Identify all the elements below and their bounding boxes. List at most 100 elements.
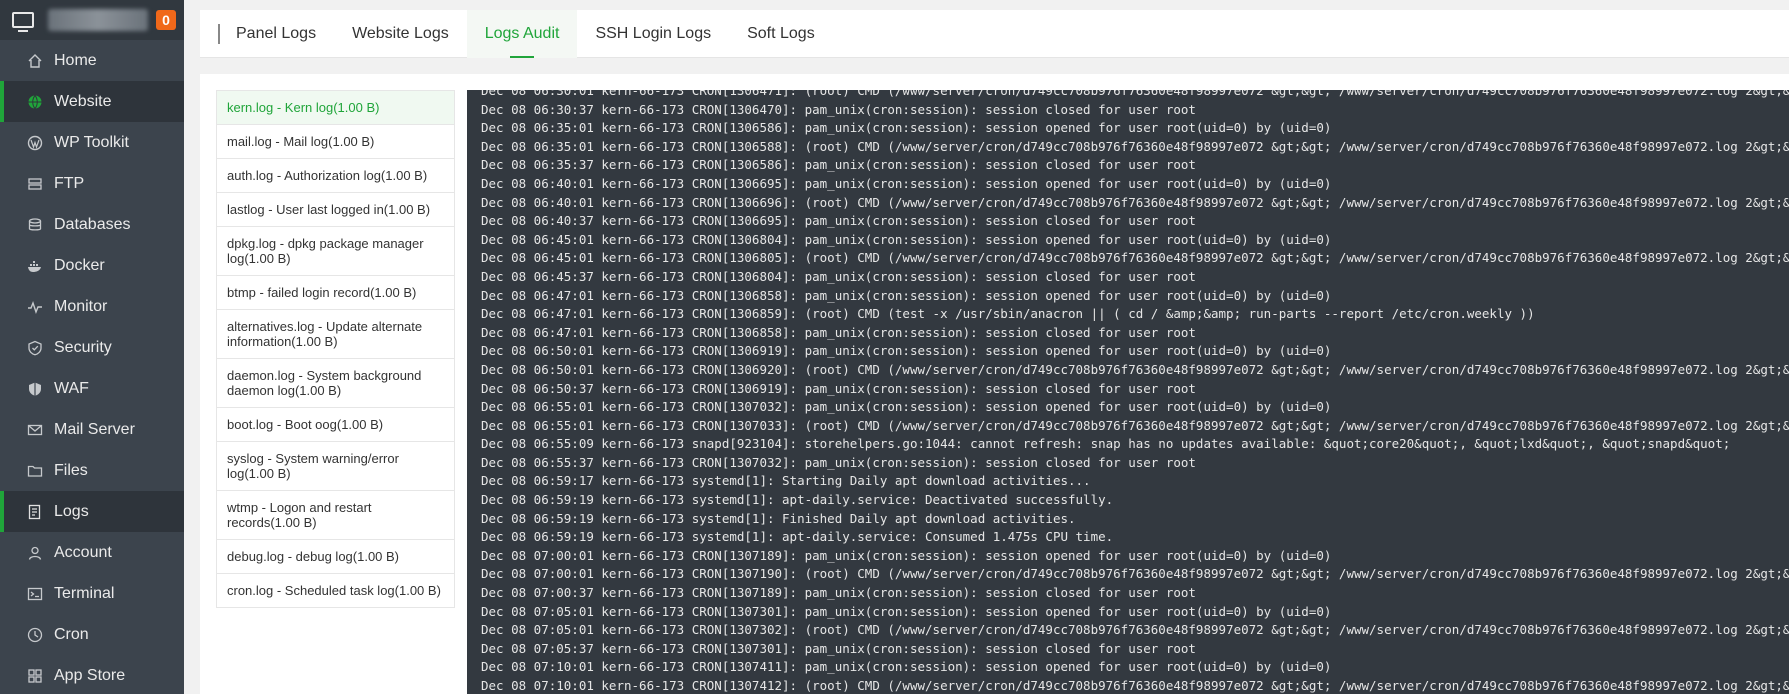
sidebar-menu: Home Website WP Toolkit FTP Databases Docker M… bbox=[0, 40, 184, 694]
server-monitor-icon bbox=[12, 12, 34, 32]
sidebar-item-label: WAF bbox=[54, 379, 89, 397]
log-line: Dec 08 06:45:01 kern-66-173 CRON[1306805… bbox=[481, 250, 1789, 266]
sidebar-item-monitor[interactable]: Monitor bbox=[0, 286, 184, 327]
log-line: Dec 08 06:30:37 kern-66-173 CRON[1306470… bbox=[481, 101, 1196, 117]
log-line: Dec 08 07:10:01 kern-66-173 CRON[1307411… bbox=[481, 659, 1332, 675]
log-line: Dec 08 06:40:01 kern-66-173 CRON[1306696… bbox=[481, 194, 1789, 210]
log-line: Dec 08 07:00:37 kern-66-173 CRON[1307189… bbox=[481, 585, 1196, 601]
home-icon bbox=[26, 52, 44, 70]
log-line: Dec 08 06:35:01 kern-66-173 CRON[1306586… bbox=[481, 120, 1332, 136]
sidebar-item-ftp[interactable]: FTP bbox=[0, 163, 184, 204]
logs-icon bbox=[26, 503, 44, 521]
account-icon bbox=[26, 544, 44, 562]
log-file-list: kern.log - Kern log(1.00 B) mail.log - Ma… bbox=[216, 90, 455, 608]
log-file-item[interactable]: dpkg.log - dpkg package manager log(1.00… bbox=[217, 227, 454, 276]
sidebar-item-label: Logs bbox=[54, 502, 89, 520]
log-line: Dec 08 06:55:01 kern-66-173 CRON[1307032… bbox=[481, 399, 1332, 415]
log-file-item[interactable]: boot.log - Boot oog(1.00 B) bbox=[217, 408, 454, 442]
sidebar-item-security[interactable]: Security bbox=[0, 327, 184, 368]
log-file-item[interactable]: alternatives.log - Update alternate info… bbox=[217, 310, 454, 359]
sidebar-item-mail-server[interactable]: Mail Server bbox=[0, 409, 184, 450]
log-viewer[interactable]: Dec 08 06:30:01 kern-66-173 CRON[1306471… bbox=[467, 90, 1789, 694]
log-line: Dec 08 07:05:37 kern-66-173 CRON[1307301… bbox=[481, 640, 1196, 656]
logs-audit-panel: kern.log - Kern log(1.00 B) mail.log - Ma… bbox=[200, 74, 1789, 694]
log-file-item[interactable]: lastlog - User last logged in(1.00 B) bbox=[217, 193, 454, 227]
log-line: Dec 08 07:05:01 kern-66-173 CRON[1307301… bbox=[481, 603, 1332, 619]
log-line: Dec 08 06:47:01 kern-66-173 CRON[1306858… bbox=[481, 287, 1332, 303]
ftp-icon bbox=[26, 175, 44, 193]
sidebar-item-account[interactable]: Account bbox=[0, 532, 184, 573]
sidebar-item-label: App Store bbox=[54, 666, 126, 684]
log-line: Dec 08 06:50:01 kern-66-173 CRON[1306919… bbox=[481, 343, 1332, 359]
server-ip-blurred bbox=[48, 9, 148, 31]
appstore-icon bbox=[26, 667, 44, 685]
log-line: Dec 08 06:59:17 kern-66-173 systemd[1]: … bbox=[481, 473, 1091, 489]
log-line: Dec 08 06:40:01 kern-66-173 CRON[1306695… bbox=[481, 175, 1332, 191]
sidebar-item-files[interactable]: Files bbox=[0, 450, 184, 491]
log-line: Dec 08 06:35:37 kern-66-173 CRON[1306586… bbox=[481, 157, 1196, 173]
notification-badge[interactable]: 0 bbox=[156, 10, 176, 30]
sidebar-item-label: Monitor bbox=[54, 297, 108, 315]
log-line: Dec 08 07:00:01 kern-66-173 CRON[1307189… bbox=[481, 547, 1332, 563]
sidebar-item-label: Databases bbox=[54, 215, 131, 233]
clock-icon bbox=[26, 626, 44, 644]
log-file-item[interactable]: daemon.log - System background daemon lo… bbox=[217, 359, 454, 408]
tab-website-logs[interactable]: Website Logs bbox=[334, 10, 467, 58]
sidebar-item-cron[interactable]: Cron bbox=[0, 614, 184, 655]
tab-ssh-login-logs[interactable]: SSH Login Logs bbox=[577, 10, 729, 58]
sidebar-item-label: Terminal bbox=[54, 584, 115, 602]
tab-logs-audit[interactable]: Logs Audit bbox=[466, 10, 578, 58]
sidebar-item-label: Docker bbox=[54, 256, 105, 274]
sidebar-item-waf[interactable]: WAF bbox=[0, 368, 184, 409]
log-line: Dec 08 06:50:01 kern-66-173 CRON[1306920… bbox=[481, 361, 1789, 377]
tab-soft-logs[interactable]: Soft Logs bbox=[729, 10, 833, 58]
log-line: Dec 08 06:55:09 kern-66-173 snapd[923104… bbox=[481, 436, 1731, 452]
sidebar-item-label: FTP bbox=[54, 174, 85, 192]
sidebar-item-label: Mail Server bbox=[54, 420, 135, 438]
log-file-item[interactable]: mail.log - Mail log(1.00 B) bbox=[217, 125, 454, 159]
sidebar-item-terminal[interactable]: Terminal bbox=[0, 573, 184, 614]
log-line: Dec 08 06:59:19 kern-66-173 systemd[1]: … bbox=[481, 510, 1076, 526]
log-line: Dec 08 06:45:01 kern-66-173 CRON[1306804… bbox=[481, 231, 1332, 247]
mail-icon bbox=[26, 421, 44, 439]
folder-icon bbox=[26, 462, 44, 480]
log-line: Dec 08 06:47:01 kern-66-173 CRON[1306858… bbox=[481, 324, 1196, 340]
log-line: Dec 08 06:50:37 kern-66-173 CRON[1306919… bbox=[481, 380, 1196, 396]
log-line: Dec 08 07:05:01 kern-66-173 CRON[1307302… bbox=[481, 622, 1789, 638]
tab-panel-logs[interactable]: Panel Logs bbox=[218, 24, 334, 44]
log-file-item[interactable]: btmp - failed login record(1.00 B) bbox=[217, 276, 454, 310]
sidebar-item-wp-toolkit[interactable]: WP Toolkit bbox=[0, 122, 184, 163]
log-line: Dec 08 06:59:19 kern-66-173 systemd[1]: … bbox=[481, 492, 1114, 508]
database-icon bbox=[26, 216, 44, 234]
sidebar-item-website[interactable]: Website bbox=[0, 81, 184, 122]
sidebar-item-databases[interactable]: Databases bbox=[0, 204, 184, 245]
log-file-item[interactable]: debug.log - debug log(1.00 B) bbox=[217, 540, 454, 574]
log-file-item[interactable]: syslog - System warning/error log(1.00 B… bbox=[217, 442, 454, 491]
log-line: Dec 08 06:47:01 kern-66-173 CRON[1306859… bbox=[481, 306, 1535, 322]
sidebar-item-docker[interactable]: Docker bbox=[0, 245, 184, 286]
log-file-item[interactable]: cron.log - Scheduled task log(1.00 B) bbox=[217, 574, 454, 607]
log-line: Dec 08 06:55:37 kern-66-173 CRON[1307032… bbox=[481, 454, 1196, 470]
sidebar-item-label: Home bbox=[54, 51, 97, 69]
log-line: Dec 08 07:00:01 kern-66-173 CRON[1307190… bbox=[481, 566, 1789, 582]
sidebar: 0 Home Website WP Toolkit FTP Databases Docke… bbox=[0, 0, 184, 694]
log-file-item[interactable]: auth.log - Authorization log(1.00 B) bbox=[217, 159, 454, 193]
log-tabs: Panel Logs Website Logs Logs Audit SSH Logi… bbox=[200, 10, 1789, 58]
sidebar-header: 0 bbox=[0, 0, 184, 40]
log-file-item[interactable]: kern.log - Kern log(1.00 B) bbox=[217, 91, 454, 125]
waf-shield-icon bbox=[26, 380, 44, 398]
sidebar-item-home[interactable]: Home bbox=[0, 40, 184, 81]
sidebar-item-logs[interactable]: Logs bbox=[0, 491, 184, 532]
sidebar-item-label: Security bbox=[54, 338, 112, 356]
log-file-item[interactable]: wtmp - Logon and restart records(1.00 B) bbox=[217, 491, 454, 540]
wordpress-icon bbox=[26, 134, 44, 152]
log-line: Dec 08 06:40:37 kern-66-173 CRON[1306695… bbox=[481, 213, 1196, 229]
log-line: Dec 08 06:59:19 kern-66-173 systemd[1]: … bbox=[481, 529, 1114, 545]
globe-icon bbox=[26, 93, 44, 111]
monitor-icon bbox=[26, 298, 44, 316]
sidebar-item-label: WP Toolkit bbox=[54, 133, 129, 151]
log-line: Dec 08 06:45:37 kern-66-173 CRON[1306804… bbox=[481, 268, 1196, 284]
sidebar-item-label: Account bbox=[54, 543, 112, 561]
sidebar-item-app-store[interactable]: App Store bbox=[0, 655, 184, 694]
log-line: Dec 08 06:35:01 kern-66-173 CRON[1306588… bbox=[481, 138, 1789, 154]
